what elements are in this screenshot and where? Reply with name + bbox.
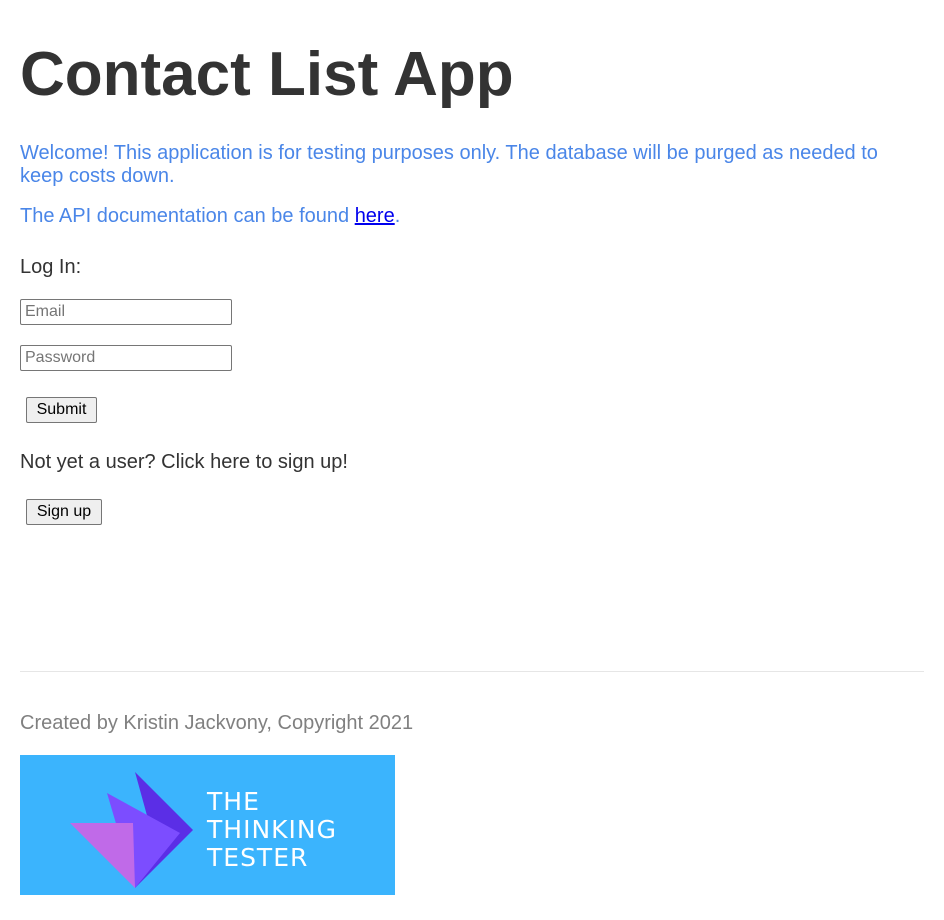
logo-line-3: TESTER (207, 843, 309, 872)
logo-line-2: THINKING (207, 815, 337, 844)
footer-credit: Created by Kristin Jackvony, Copyright 2… (20, 712, 414, 734)
footer-divider (20, 671, 924, 672)
thinking-tester-logo: THE THINKING TESTER (20, 755, 395, 895)
email-field[interactable] (20, 299, 232, 325)
logo-wordmark: THE THINKING TESTER (207, 788, 337, 872)
logo-line-1: THE (207, 787, 260, 816)
page-title: Contact List App (20, 40, 514, 109)
api-documentation-note: The API documentation can be found here. (20, 205, 400, 228)
api-doc-suffix: . (394, 205, 401, 227)
password-field[interactable] (20, 345, 232, 371)
signup-button[interactable]: Sign up (26, 499, 102, 525)
login-heading: Log In: (20, 256, 82, 278)
signup-prompt: Not yet a user? Click here to sign up! (20, 451, 348, 473)
submit-button[interactable]: Submit (26, 397, 97, 423)
api-docs-link[interactable]: here (355, 205, 395, 227)
api-doc-prefix: The API documentation can be found (20, 205, 355, 227)
welcome-message: Welcome! This application is for testing… (20, 142, 878, 187)
